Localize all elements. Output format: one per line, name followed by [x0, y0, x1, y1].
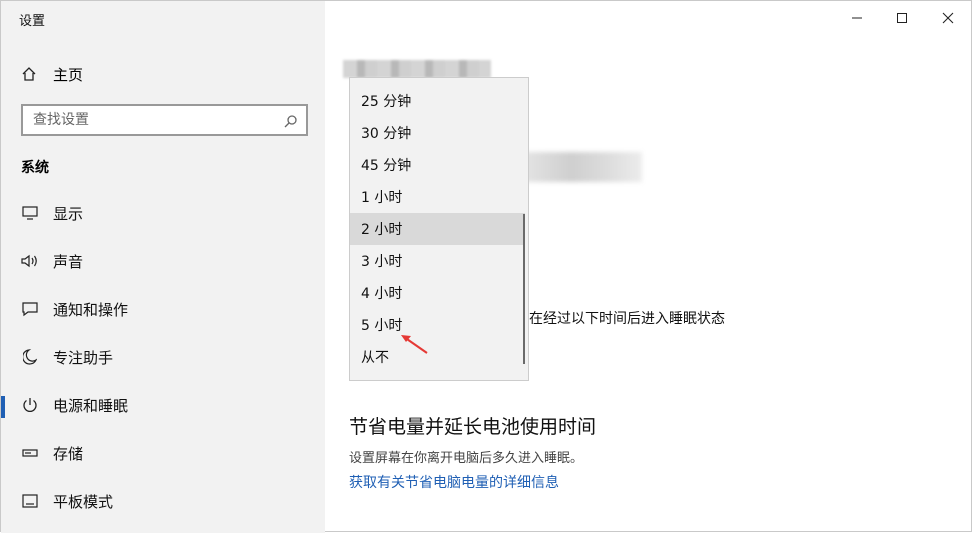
minimize-button[interactable] [846, 7, 868, 29]
speaker-icon [21, 254, 39, 268]
maximize-button[interactable] [891, 7, 913, 29]
tablet-icon [21, 494, 39, 508]
dropdown-option-30-min[interactable]: 30 分钟 [350, 117, 525, 149]
sidebar-item-notifications[interactable]: 通知和操作 [21, 297, 128, 321]
app-title: 设置 [19, 14, 46, 29]
sidebar-item-focus-assist[interactable]: 专注助手 [21, 345, 113, 369]
active-indicator [1, 396, 5, 418]
minimize-icon [851, 9, 863, 28]
dropdown-scrollbar[interactable] [523, 214, 525, 364]
search-icon[interactable] [284, 113, 298, 132]
battery-section-description: 设置屏幕在你离开电脑后多久进入睡眠。 [349, 451, 584, 466]
redacted-heading [343, 60, 491, 78]
power-icon [21, 397, 39, 413]
sidebar-item-label: 存储 [53, 444, 84, 463]
sidebar-item-sound[interactable]: 声音 [21, 249, 83, 273]
storage-icon [21, 448, 39, 458]
sidebar-item-power-sleep[interactable]: 电源和睡眠 [21, 393, 128, 417]
search-input[interactable] [33, 109, 273, 131]
dropdown-option-1-hour[interactable]: 1 小时 [350, 181, 525, 213]
redacted-text [524, 152, 642, 182]
battery-section-title: 节省电量并延长电池使用时间 [349, 416, 597, 438]
search-box[interactable] [21, 104, 308, 136]
sidebar-item-home[interactable]: 主页 [21, 63, 83, 85]
sidebar-item-label: 通知和操作 [53, 300, 129, 319]
sidebar-item-display[interactable]: 显示 [21, 201, 83, 225]
dropdown-option-never[interactable]: 从不 [350, 341, 525, 373]
notification-icon [21, 301, 39, 317]
sidebar-item-label: 显示 [53, 204, 84, 223]
sidebar-item-label: 主页 [53, 65, 84, 84]
sidebar-item-storage[interactable]: 存储 [21, 441, 83, 465]
sidebar-item-label: 电源和睡眠 [53, 396, 129, 415]
sidebar-item-label: 平板模式 [53, 492, 114, 511]
sidebar-item-label: 专注助手 [53, 348, 114, 367]
sidebar-item-label: 声音 [53, 252, 84, 271]
sleep-timeout-dropdown[interactable]: 25 分钟 30 分钟 45 分钟 1 小时 2 小时 3 小时 4 小时 5 … [349, 77, 529, 381]
power-saving-info-link[interactable]: 获取有关节省电脑电量的详细信息 [349, 472, 559, 492]
sidebar: 设置 主页 系统 显示 声音 [1, 1, 325, 533]
settings-window: 设置 主页 系统 显示 声音 [0, 0, 972, 533]
sidebar-section-title: 系统 [21, 160, 49, 176]
sidebar-item-tablet-mode[interactable]: 平板模式 [21, 489, 113, 513]
close-icon [942, 9, 954, 28]
moon-icon [21, 349, 39, 365]
maximize-icon [896, 9, 908, 28]
sleep-timeout-label: 在经过以下时间后进入睡眠状态 [529, 311, 725, 327]
dropdown-option-3-hours[interactable]: 3 小时 [350, 245, 525, 277]
dropdown-option-5-hours[interactable]: 5 小时 [350, 309, 525, 341]
monitor-icon [21, 206, 39, 220]
home-icon [21, 66, 39, 82]
dropdown-option-4-hours[interactable]: 4 小时 [350, 277, 525, 309]
annotation-arrow-icon [399, 331, 431, 361]
dropdown-option-45-min[interactable]: 45 分钟 [350, 149, 525, 181]
dropdown-option-25-min[interactable]: 25 分钟 [350, 85, 525, 117]
dropdown-option-2-hours[interactable]: 2 小时 [350, 213, 525, 245]
close-button[interactable] [937, 7, 959, 29]
